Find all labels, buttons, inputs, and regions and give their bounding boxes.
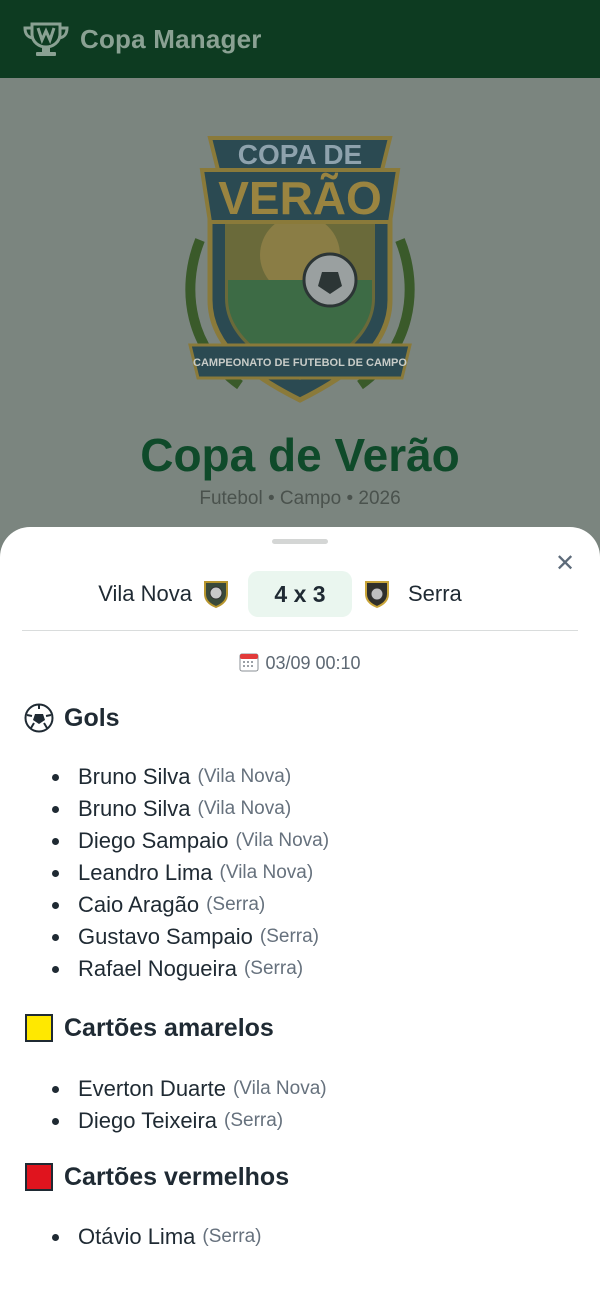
match-score-row: Vila Nova 4 x 3 Serra — [0, 571, 600, 617]
player-team: (Serra) — [259, 926, 319, 947]
player-name: Diego Teixeira — [78, 1108, 218, 1133]
red-cards-list: Otávio Lima (Serra) — [52, 1221, 262, 1253]
home-team-name: Vila Nova — [98, 581, 192, 606]
match-details-sheet: ✕ Vila Nova 4 x 3 Serra 03/09 00:10 Gols… — [0, 527, 600, 1300]
list-item: Diego Teixeira (Serra) — [52, 1105, 327, 1137]
tournament-subtitle: Futebol • Campo • 2026 — [199, 488, 401, 509]
tournament-crest-logo: COPA DE VERÃO CAMPEONATO DE FUTEBOL DE C… — [185, 136, 415, 403]
calendar-icon — [239, 653, 259, 672]
tournament-title: Copa de Verão — [140, 429, 460, 481]
red-card-icon — [25, 1163, 53, 1191]
app-header: Copa Manager — [0, 0, 600, 78]
sheet-drag-handle[interactable] — [272, 539, 328, 544]
list-item: Rafael Nogueira (Serra) — [52, 953, 329, 985]
player-name: Bruno Silva — [78, 764, 191, 789]
divider — [22, 630, 578, 631]
yellow-card-icon — [25, 1014, 53, 1042]
player-team: (Vila Nova) — [235, 830, 330, 851]
goals-title: Gols — [64, 703, 120, 732]
player-team: (Vila Nova) — [197, 798, 292, 819]
player-team: (Serra) — [243, 958, 304, 979]
player-name: Caio Aragão — [78, 892, 200, 917]
player-team: (Serra) — [206, 894, 266, 915]
player-team: (Serra) — [224, 1110, 284, 1131]
soccer-ball-icon — [24, 703, 54, 733]
player-team: (Vila Nova) — [219, 862, 314, 883]
list-item: Leandro Lima (Vila Nova) — [52, 857, 329, 889]
list-item: Bruno Silva (Vila Nova) — [52, 761, 329, 793]
goals-list: Bruno Silva (Vila Nova) Bruno Silva (Vila … — [52, 761, 329, 985]
list-item: Bruno Silva (Vila Nova) — [52, 793, 329, 825]
home-team-shield-icon — [204, 581, 228, 609]
player-name: Otávio Lima — [78, 1224, 196, 1249]
away-team-name: Serra — [408, 581, 462, 606]
yellow-cards-title: Cartões amarelos — [64, 1013, 274, 1042]
list-item: Gustavo Sampaio (Serra) — [52, 921, 329, 953]
match-datetime: 03/09 00:10 — [0, 652, 600, 674]
trophy-logo-icon — [23, 22, 69, 56]
player-name: Rafael Nogueira — [78, 956, 237, 981]
red-cards-section-title: Cartões vermelhos — [24, 1162, 289, 1192]
yellow-cards-section-title: Cartões amarelos — [24, 1013, 274, 1043]
match-datetime-text: 03/09 00:10 — [265, 653, 361, 673]
crest-main-text: VERÃO — [218, 172, 382, 224]
match-score: 4 x 3 — [248, 571, 352, 617]
app-title: Copa Manager — [80, 23, 262, 54]
list-item: Caio Aragão (Serra) — [52, 889, 329, 921]
player-name: Gustavo Sampaio — [78, 924, 253, 949]
player-name: Leandro Lima — [78, 860, 213, 885]
player-name: Everton Duarte — [78, 1076, 226, 1101]
goals-section-title: Gols — [24, 703, 120, 733]
player-team: (Vila Nova) — [232, 1078, 327, 1099]
player-name: Bruno Silva — [78, 796, 191, 821]
player-team: (Serra) — [202, 1226, 262, 1247]
list-item: Diego Sampaio (Vila Nova) — [52, 825, 329, 857]
red-cards-title: Cartões vermelhos — [64, 1162, 290, 1191]
crest-top-text: COPA DE — [238, 139, 362, 170]
list-item: Otávio Lima (Serra) — [52, 1221, 262, 1253]
player-team: (Vila Nova) — [197, 766, 292, 787]
player-name: Diego Sampaio — [78, 828, 229, 853]
list-item: Everton Duarte (Vila Nova) — [52, 1073, 327, 1105]
yellow-cards-list: Everton Duarte (Vila Nova) Diego Teixeira… — [52, 1073, 327, 1137]
crest-ribbon-text: CAMPEONATO DE FUTEBOL DE CAMPO — [193, 357, 407, 369]
away-team-shield-icon — [365, 581, 389, 609]
